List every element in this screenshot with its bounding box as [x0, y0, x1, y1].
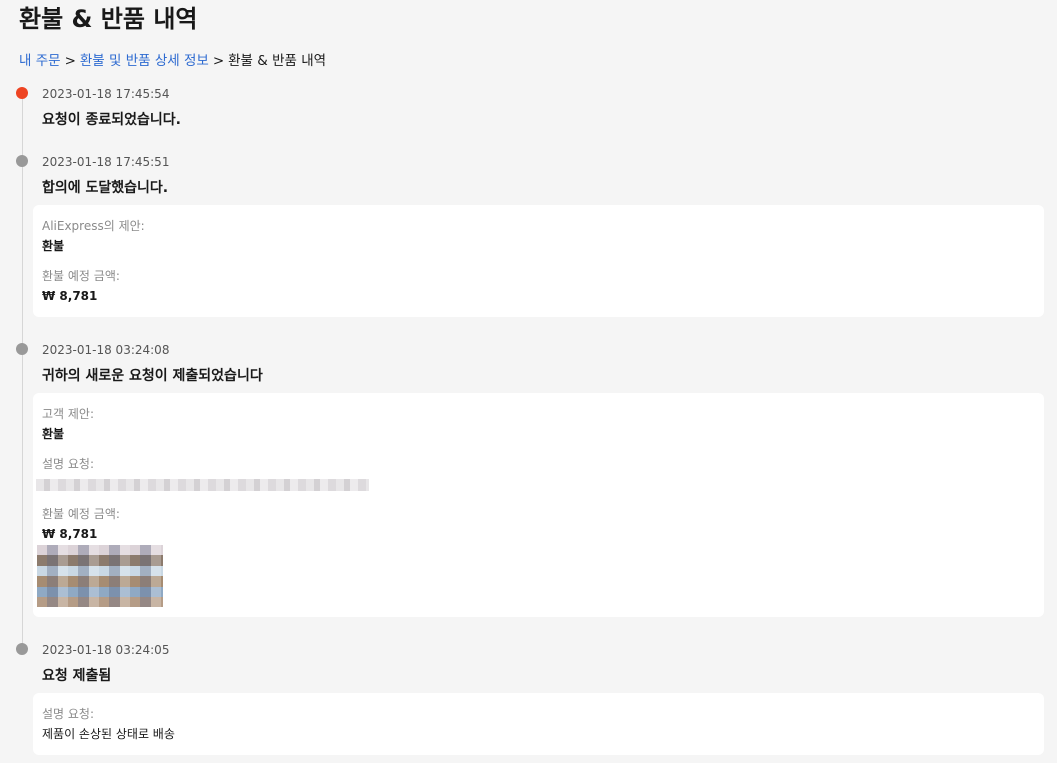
timeline-dot	[16, 343, 28, 355]
event-detail-card: 고객 제안: 환불 설명 요청: 환불 예정 금액: ₩ 8,781	[33, 393, 1044, 617]
breadcrumb: 내 주문 > 환불 및 반품 상세 정보 > 환불 & 반품 내역	[19, 52, 326, 70]
breadcrumb-link-my-orders[interactable]: 내 주문	[19, 53, 61, 69]
event-detail-card: AliExpress의 제안: 환불 환불 예정 금액: ₩ 8,781	[33, 205, 1044, 317]
breadcrumb-current: 환불 & 반품 내역	[228, 53, 327, 69]
event-title: 요청 제출됨	[42, 668, 112, 684]
refund-amount-value: ₩ 8,781	[42, 289, 98, 303]
page-title: 환불 & 반품 내역	[19, 5, 198, 33]
event-timestamp: 2023-01-18 17:45:54	[42, 87, 170, 101]
proposal-label: 고객 제안:	[42, 407, 95, 421]
event-title: 요청이 종료되었습니다.	[42, 112, 181, 128]
event-title: 합의에 도달했습니다.	[42, 180, 169, 196]
event-timestamp: 2023-01-18 03:24:08	[42, 343, 170, 357]
evidence-photo-thumbnail[interactable]	[37, 545, 163, 607]
refund-amount-value: ₩ 8,781	[42, 527, 98, 541]
event-timestamp: 2023-01-18 03:24:05	[42, 643, 170, 657]
breadcrumb-separator: >	[64, 53, 76, 69]
timeline-dot-active	[16, 87, 28, 99]
timeline-line	[22, 93, 23, 653]
description-label: 설명 요청:	[42, 457, 95, 471]
timeline-dot	[16, 643, 28, 655]
proposal-label: AliExpress의 제안:	[42, 219, 145, 233]
description-label: 설명 요청:	[42, 707, 95, 721]
refund-amount-label: 환불 예정 금액:	[42, 507, 120, 521]
breadcrumb-separator: >	[212, 53, 225, 69]
redacted-description	[36, 479, 369, 491]
breadcrumb-link-refund-details[interactable]: 환불 및 반품 상세 정보	[80, 53, 209, 69]
proposal-value: 환불	[42, 239, 65, 253]
event-timestamp: 2023-01-18 17:45:51	[42, 155, 170, 169]
timeline-dot	[16, 155, 28, 167]
proposal-value: 환불	[42, 427, 65, 441]
refund-amount-label: 환불 예정 금액:	[42, 269, 120, 283]
event-detail-card: 설명 요청: 제품이 손상된 상태로 배송	[33, 693, 1044, 755]
event-title: 귀하의 새로운 요청이 제출되었습니다	[42, 368, 263, 384]
description-value: 제품이 손상된 상태로 배송	[42, 727, 175, 741]
